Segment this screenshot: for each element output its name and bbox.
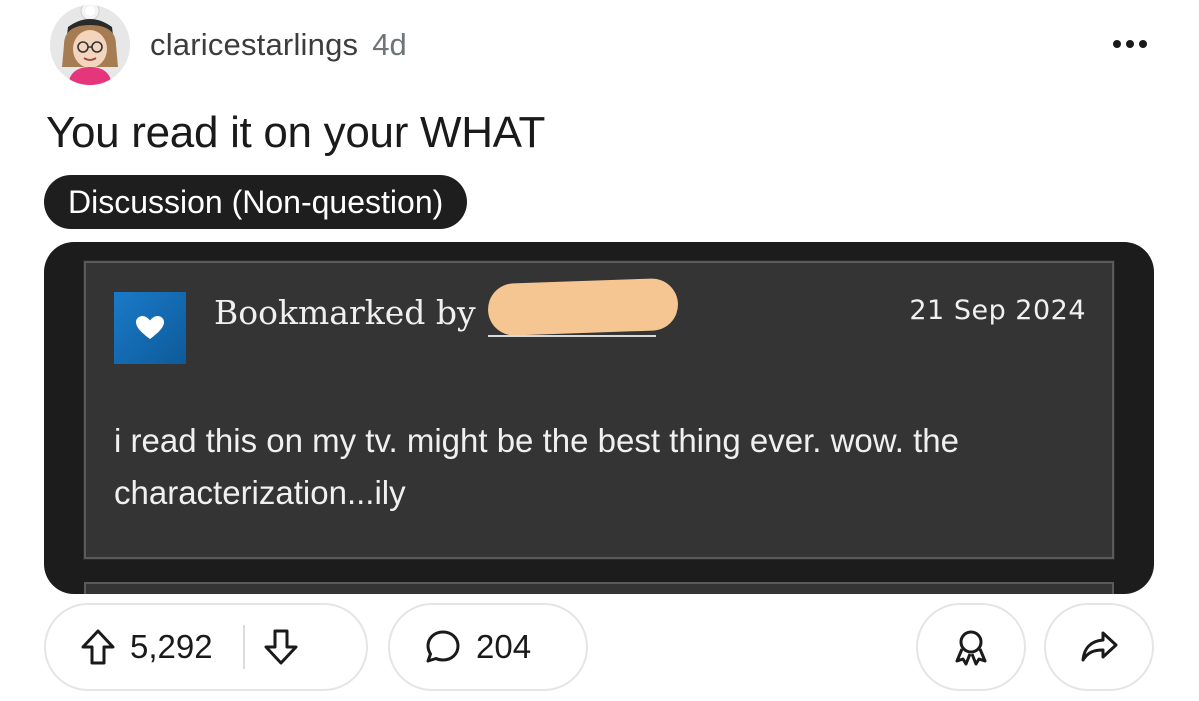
award-button[interactable] xyxy=(916,603,1026,691)
username-underline xyxy=(488,335,656,337)
user-avatar[interactable] xyxy=(50,5,130,85)
heart-icon xyxy=(114,292,186,364)
comments-button[interactable]: 204 xyxy=(388,603,588,691)
share-arrow-icon xyxy=(1079,629,1119,665)
more-dot xyxy=(1113,40,1121,48)
post-flair[interactable]: Discussion (Non-question) xyxy=(44,175,468,229)
post-image[interactable]: Bookmarked by 21 Sep 2024 i read this on… xyxy=(44,242,1154,594)
username[interactable]: claricestarlings xyxy=(150,27,358,63)
vote-group: 5,292 xyxy=(44,603,368,691)
bookmark-date: 21 Sep 2024 xyxy=(909,295,1086,326)
downvote-icon[interactable] xyxy=(263,628,299,666)
avatar-illustration xyxy=(50,5,130,85)
post-header: claricestarlings 4d xyxy=(50,4,1160,86)
next-card-edge xyxy=(84,582,1114,594)
more-dot xyxy=(1139,40,1147,48)
award-icon xyxy=(951,627,991,667)
action-bar: 5,292 204 xyxy=(44,603,1154,691)
bookmark-comment: i read this on my tv. might be the best … xyxy=(114,422,959,511)
comment-count: 204 xyxy=(476,628,532,665)
post-title[interactable]: You read it on your WHAT xyxy=(46,108,545,158)
share-button[interactable] xyxy=(1044,603,1154,691)
comment-bubble-icon xyxy=(424,628,462,666)
bookmarked-by-label: Bookmarked by xyxy=(214,293,476,332)
upvote-count: 5,292 xyxy=(130,628,213,665)
redaction-mark xyxy=(487,277,679,337)
more-dot xyxy=(1126,40,1134,48)
post-age: 4d xyxy=(372,27,407,62)
bookmark-card: Bookmarked by 21 Sep 2024 i read this on… xyxy=(84,261,1114,559)
upvote-icon[interactable] xyxy=(80,628,116,666)
more-options-icon[interactable] xyxy=(1106,26,1154,62)
vote-divider xyxy=(242,625,245,669)
